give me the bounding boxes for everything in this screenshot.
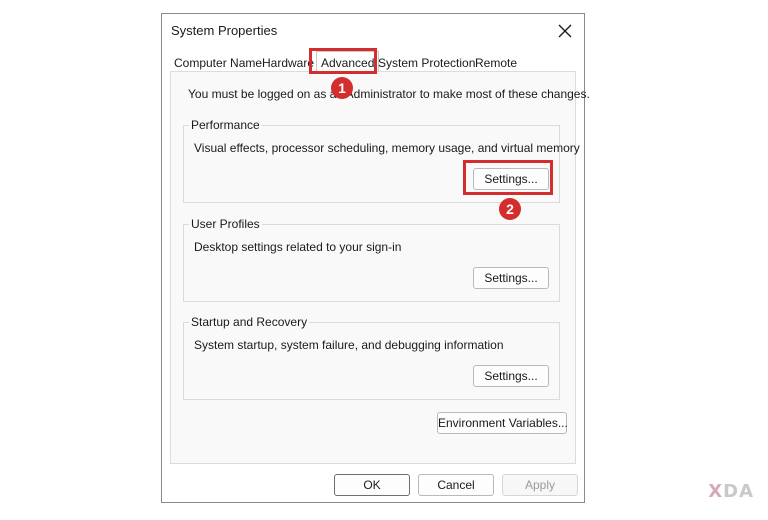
xda-watermark-logo: XDA bbox=[708, 481, 754, 502]
startup-recovery-title: Startup and Recovery bbox=[189, 315, 310, 329]
performance-title: Performance bbox=[189, 118, 262, 132]
startup-recovery-description: System startup, system failure, and debu… bbox=[194, 338, 504, 352]
ok-button[interactable]: OK bbox=[334, 474, 410, 496]
close-icon bbox=[558, 24, 572, 38]
window-title: System Properties bbox=[171, 23, 278, 38]
step-1-badge: 1 bbox=[331, 77, 353, 99]
watermark-logo-mark: X bbox=[708, 481, 724, 502]
startup-recovery-group: Startup and Recovery System startup, sys… bbox=[183, 315, 560, 400]
step-2-badge: 2 bbox=[499, 198, 521, 220]
cancel-button[interactable]: Cancel bbox=[418, 474, 494, 496]
user-profiles-settings-button[interactable]: Settings... bbox=[473, 267, 549, 289]
advanced-tab-highlight bbox=[309, 48, 377, 74]
performance-description: Visual effects, processor scheduling, me… bbox=[194, 141, 580, 155]
tab-computer-name[interactable]: Computer Name bbox=[170, 54, 266, 72]
admin-info-text: You must be logged on as an Administrato… bbox=[188, 87, 590, 101]
user-profiles-group: User Profiles Desktop settings related t… bbox=[183, 217, 560, 302]
advanced-tab-panel: You must be logged on as an Administrato… bbox=[170, 71, 590, 464]
dialog-footer: OK Cancel Apply bbox=[162, 464, 584, 502]
apply-button[interactable]: Apply bbox=[502, 474, 578, 496]
user-profiles-title: User Profiles bbox=[189, 217, 262, 231]
title-bar: System Properties bbox=[162, 14, 584, 48]
close-button[interactable] bbox=[552, 18, 578, 44]
watermark-logo-text: DA bbox=[723, 481, 754, 502]
user-profiles-description: Desktop settings related to your sign-in bbox=[194, 240, 402, 254]
settings-button-highlight bbox=[463, 160, 553, 195]
tab-remote[interactable]: Remote bbox=[471, 54, 521, 72]
tab-system-protection[interactable]: System Protection bbox=[374, 54, 479, 72]
startup-recovery-settings-button[interactable]: Settings... bbox=[473, 365, 549, 387]
environment-variables-button[interactable]: Environment Variables... bbox=[437, 412, 568, 434]
system-properties-window: System Properties Computer Name Hardware… bbox=[161, 13, 590, 503]
